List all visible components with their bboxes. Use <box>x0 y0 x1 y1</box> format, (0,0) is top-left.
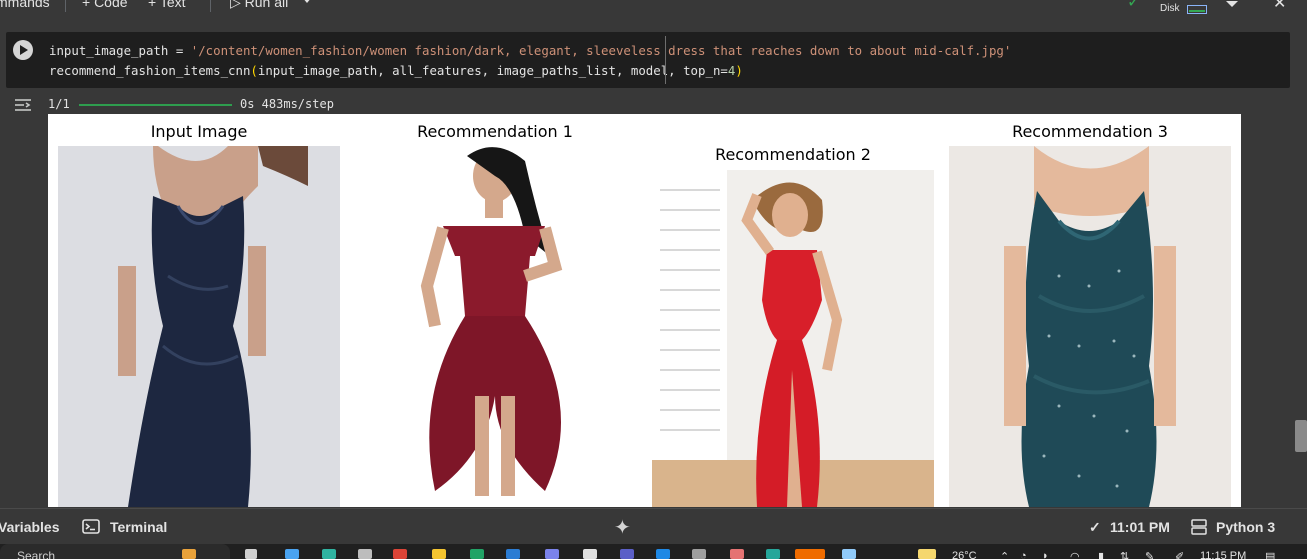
step-timing: 0s 483ms/step <box>240 97 334 111</box>
code-paren-open: ( <box>250 63 258 78</box>
disk-label[interactable]: Disk <box>1160 3 1179 14</box>
notifications-icon[interactable]: ▤ <box>1265 550 1275 559</box>
code-variable: input_image_path = <box>49 43 191 58</box>
os-taskbar: Search 26°C ⌃ ◔ ◗ ◠ ▮ ⇅ ✎ ✐ 11:15 PM ▤ <box>0 544 1307 559</box>
bluetooth-icon[interactable] <box>656 549 670 559</box>
add-code-button[interactable]: + Code <box>82 0 128 10</box>
taskbar-search-placeholder: Search <box>17 549 56 559</box>
code-line-1: input_image_path = '/content/women_fashi… <box>49 43 1011 58</box>
run-all-chevron-down-icon[interactable] <box>302 0 312 3</box>
sync-icon[interactable]: ⇅ <box>1120 550 1129 559</box>
figure-title-input: Input Image <box>150 122 248 141</box>
figure-title-rec3: Recommendation 3 <box>1012 122 1168 141</box>
run-all-button[interactable]: ▷ Run all <box>230 0 288 11</box>
store-icon[interactable] <box>358 549 372 559</box>
runtime-chevron-down-icon[interactable] <box>1226 1 1238 7</box>
status-bar: Variables Terminal ✦ ✓ 11:01 PM Python 3 <box>0 508 1307 544</box>
volume-icon[interactable]: ◗ <box>1042 550 1049 559</box>
step-count: 1/1 <box>48 97 70 111</box>
recommendation-3-image <box>949 146 1231 507</box>
disk-usage-icon[interactable] <box>1187 5 1207 14</box>
document-icon[interactable] <box>583 549 597 559</box>
code-function-call: recommend_fashion_items_cnn <box>49 63 251 78</box>
notebook-window: mmands + Code + Text ▷ Run all ✓ Disk ✕ … <box>0 0 1307 559</box>
input-image <box>58 146 340 507</box>
battery-icon[interactable]: ▮ <box>1098 550 1104 559</box>
edge-icon[interactable] <box>322 549 336 559</box>
app-icon[interactable] <box>692 549 706 559</box>
commands-button[interactable]: mmands <box>0 0 50 10</box>
taskbar-clock[interactable]: 11:15 PM <box>1200 550 1246 559</box>
progress-bar <box>79 104 232 106</box>
recommendation-2-image <box>652 170 934 507</box>
widget-flowers-icon[interactable] <box>182 549 196 559</box>
app-icon[interactable] <box>730 549 744 559</box>
chrome-icon[interactable] <box>393 549 407 559</box>
outlook-icon[interactable] <box>506 549 520 559</box>
app-icon[interactable] <box>766 549 780 559</box>
active-app-icon[interactable] <box>795 549 825 559</box>
notebook-toolbar: mmands + Code + Text ▷ Run all ✓ Disk ✕ <box>0 0 1307 14</box>
gemini-sparkle-icon[interactable]: ✦ <box>614 515 631 539</box>
tray-chevron-up-icon[interactable]: ⌃ <box>1000 550 1009 559</box>
terminal-icon[interactable] <box>82 519 100 534</box>
edit-icon[interactable]: ✐ <box>1175 550 1184 559</box>
output-toggle-icon[interactable] <box>13 97 33 113</box>
terminal-button[interactable]: Terminal <box>110 519 167 535</box>
figure-title-rec2: Recommendation 2 <box>715 145 871 164</box>
variables-button[interactable]: Variables <box>0 519 60 535</box>
app-icon[interactable] <box>842 549 856 559</box>
network-icon[interactable]: ◔ <box>1020 550 1027 559</box>
figure-title-rec1: Recommendation 1 <box>417 122 573 141</box>
code-line-2: recommend_fashion_items_cnn(input_image_… <box>49 63 743 78</box>
code-editor[interactable]: input_image_path = '/content/women_fashi… <box>49 41 1011 81</box>
task-view-icon[interactable] <box>245 549 257 559</box>
recommendation-1-image <box>355 146 635 507</box>
copilot-icon[interactable] <box>285 549 299 559</box>
teams-icon[interactable] <box>545 549 559 559</box>
runtime-server-icon[interactable] <box>1191 519 1207 535</box>
text-cursor <box>665 36 666 84</box>
code-string: '/content/women_fashion/women fashion/da… <box>190 43 1012 58</box>
scrollbar-thumb[interactable] <box>1295 420 1307 452</box>
run-cell-play-icon[interactable] <box>13 40 33 60</box>
code-paren-close: ) <box>735 63 743 78</box>
pen-icon[interactable]: ✎ <box>1145 550 1154 559</box>
execution-time[interactable]: 11:01 PM <box>1110 519 1170 535</box>
excel-icon[interactable] <box>470 549 484 559</box>
runtime-label[interactable]: Python 3 <box>1216 519 1275 535</box>
recommendation-figure: Input Image Recommendation 1 Recommendat… <box>48 114 1241 507</box>
code-arguments: input_image_path, all_features, image_pa… <box>257 63 728 78</box>
add-text-button[interactable]: + Text <box>148 0 186 10</box>
app-icon[interactable] <box>620 549 634 559</box>
wifi-icon[interactable]: ◠ <box>1070 550 1080 559</box>
connected-check-icon: ✓ <box>1127 0 1141 11</box>
weather-icon[interactable] <box>918 549 936 559</box>
file-explorer-icon[interactable] <box>432 549 446 559</box>
execution-check-icon: ✓ <box>1089 519 1101 535</box>
toolbar-divider <box>210 0 211 12</box>
weather-temperature[interactable]: 26°C <box>952 550 977 559</box>
close-icon[interactable]: ✕ <box>1273 0 1286 12</box>
toolbar-divider <box>65 0 66 12</box>
